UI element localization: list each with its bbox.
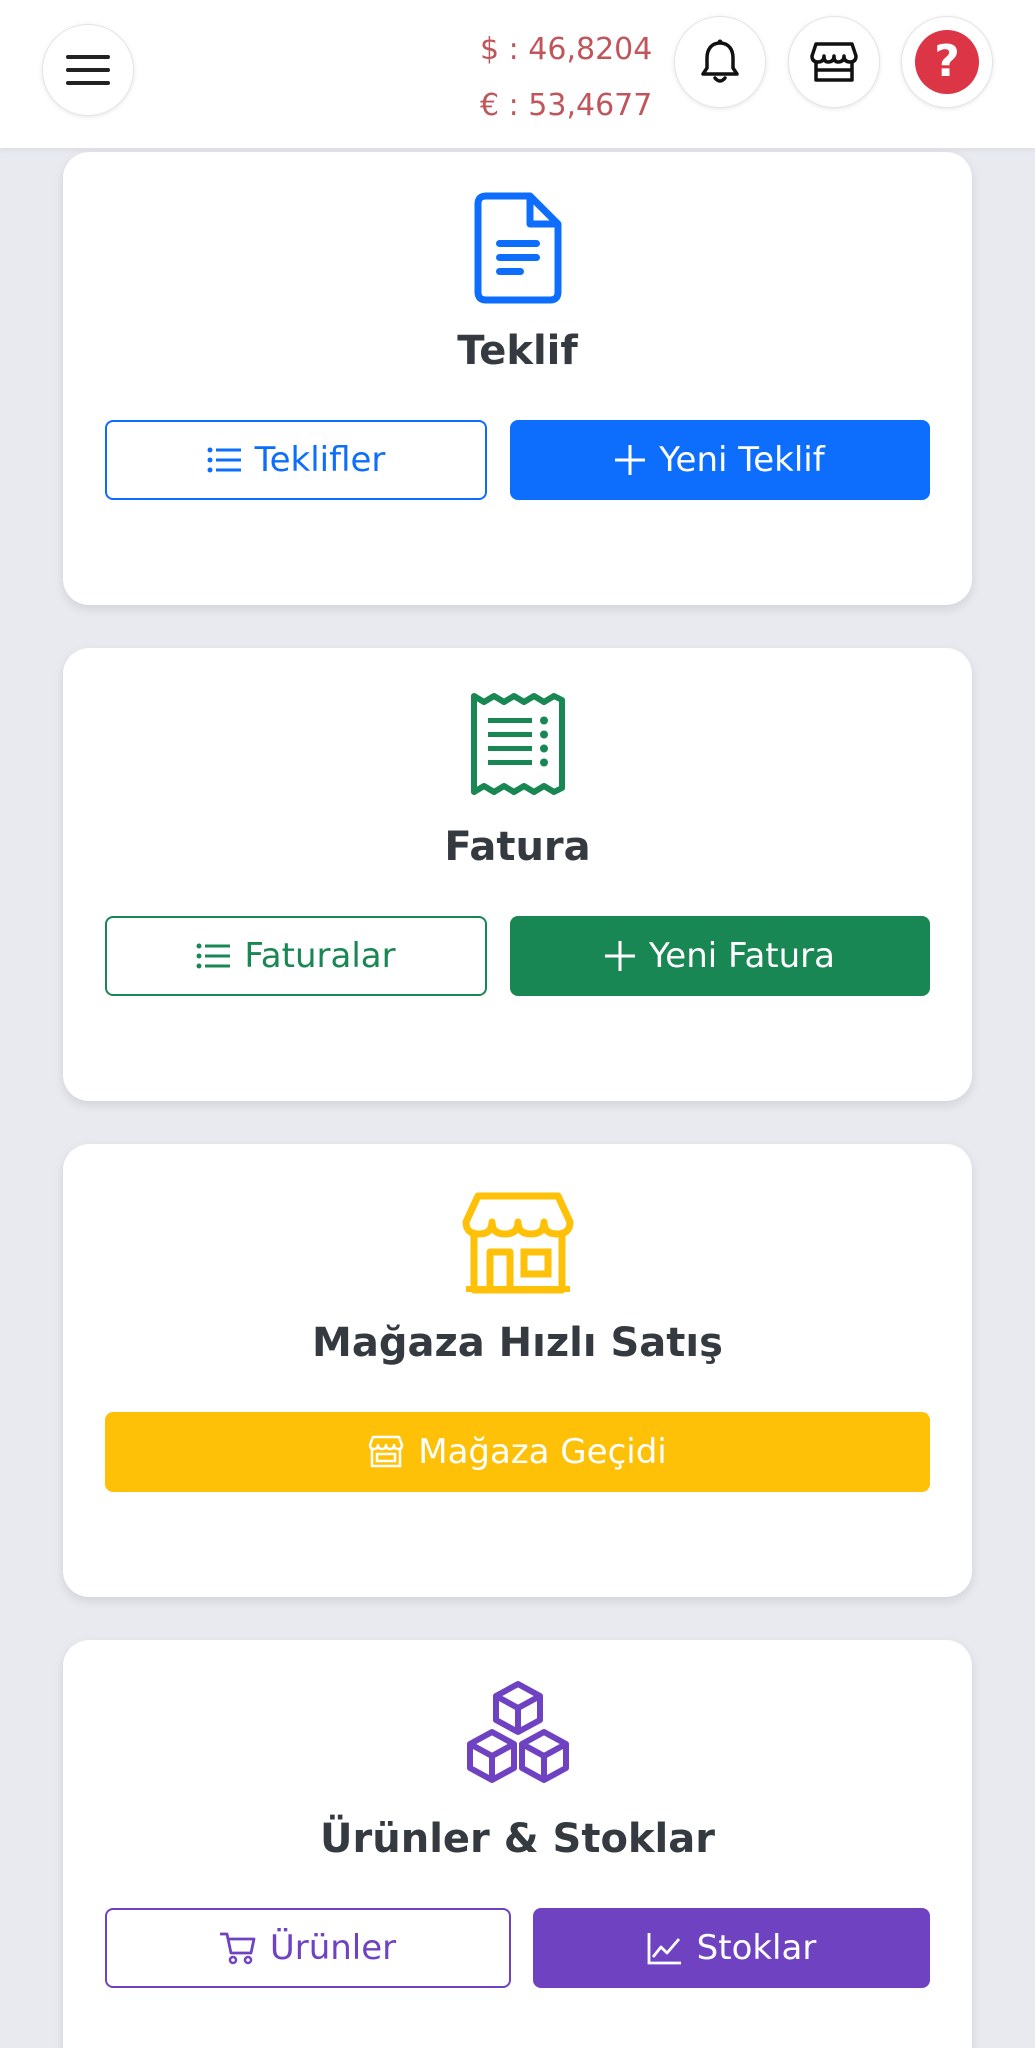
line-chart-icon [647,1933,681,1965]
button-label: Mağaza Geçidi [418,1432,667,1472]
store-button[interactable] [788,16,880,108]
card-title: Ürünler & Stoklar [320,1816,715,1862]
document-icon [474,192,561,304]
notifications-button[interactable] [674,16,766,108]
button-label: Teklifler [254,440,386,480]
store-quick-sale-card: Mağaza Hızlı Satış Mağaza Geçidi [63,1144,972,1597]
products-stocks-card: Ürünler & Stoklar Ürünler Stoklar [63,1640,972,2048]
usd-rate: $ : 46,8204 [480,32,653,67]
card-title: Teklif [457,328,578,374]
receipt-icon [470,693,565,795]
list-icon [196,943,231,969]
button-label: Ürünler [269,1928,397,1968]
card-title: Fatura [444,824,591,870]
stocks-button[interactable]: Stoklar [533,1908,930,1988]
invoice-card: Fatura Faturalar Yeni Fatura [63,648,972,1101]
button-label: Stoklar [696,1928,817,1968]
new-offer-button[interactable]: Yeni Teklif [510,420,930,500]
boxes-icon [466,1681,569,1783]
list-icon [207,447,241,473]
button-label: Yeni Teklif [659,440,825,480]
eur-rate: € : 53,4677 [480,88,653,123]
cart-icon [219,1932,256,1965]
question-icon: ? [915,30,979,94]
invoices-list-button[interactable]: Faturalar [105,916,487,996]
button-label: Yeni Fatura [649,936,835,976]
products-button[interactable]: Ürünler [105,1908,511,1988]
help-button[interactable]: ? [901,16,993,108]
offers-list-button[interactable]: Teklifler [105,420,487,500]
exchange-rates: $ : 46,8204 € : 53,4677 [480,22,652,134]
new-invoice-button[interactable]: Yeni Fatura [510,916,930,996]
menu-button[interactable] [42,24,134,116]
hamburger-icon [66,55,110,85]
shop-icon [368,1435,404,1468]
card-title: Mağaza Hızlı Satış [312,1320,723,1366]
plus-icon [615,445,646,475]
button-label: Faturalar [244,936,396,976]
shop-icon [462,1192,573,1294]
shop-icon [810,42,858,82]
top-bar: $ : 46,8204 € : 53,4677 ? [0,0,1035,148]
store-gateway-button[interactable]: Mağaza Geçidi [105,1412,930,1492]
offer-card: Teklif Teklifler Yeni Teklif [63,152,972,605]
plus-icon [605,941,636,971]
bell-icon [701,39,739,83]
